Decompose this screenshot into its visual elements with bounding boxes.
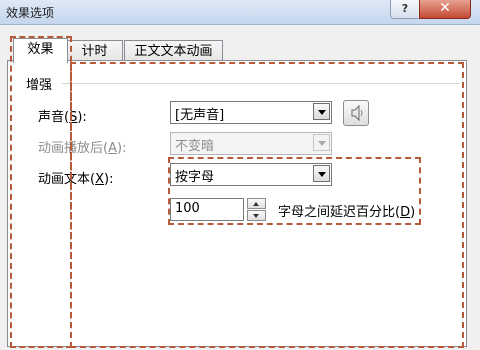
window-title: 效果选项 [6,6,55,20]
animate-text-value: 按字母 [175,170,215,185]
title-bar: 效果选项 ? ✕ [0,0,480,25]
after-animation-dropdown[interactable]: 不变暗 [170,132,332,155]
tab-effect[interactable]: 效果 [13,38,68,63]
sound-value: [无声音] [175,108,225,123]
spin-up-button[interactable] [247,198,266,209]
sound-label: 声音(S): [38,110,87,125]
after-animation-label: 动画播放后(A): [38,141,127,156]
close-button[interactable]: ✕ [419,0,471,19]
delay-percent-input[interactable]: 100 [170,198,244,221]
delay-caption: 字母之间延迟百分比(D) [278,205,416,220]
chevron-up-icon [253,202,259,206]
chevron-down-icon[interactable] [313,165,330,182]
sound-dropdown[interactable]: [无声音] [170,101,332,124]
animate-text-label: 动画文本(X): [38,172,114,187]
enhance-group-label: 增强 [26,78,53,93]
chevron-down-icon[interactable] [313,103,330,120]
speaker-icon[interactable] [343,100,369,126]
group-divider [62,83,460,84]
help-button[interactable]: ? [390,0,420,19]
after-animation-value: 不变暗 [175,139,215,154]
spin-down-button[interactable] [247,210,266,221]
chevron-down-icon [253,214,259,218]
animate-text-dropdown[interactable]: 按字母 [170,163,332,186]
chevron-down-icon[interactable] [313,134,330,151]
delay-percent-value: 100 [175,201,200,216]
